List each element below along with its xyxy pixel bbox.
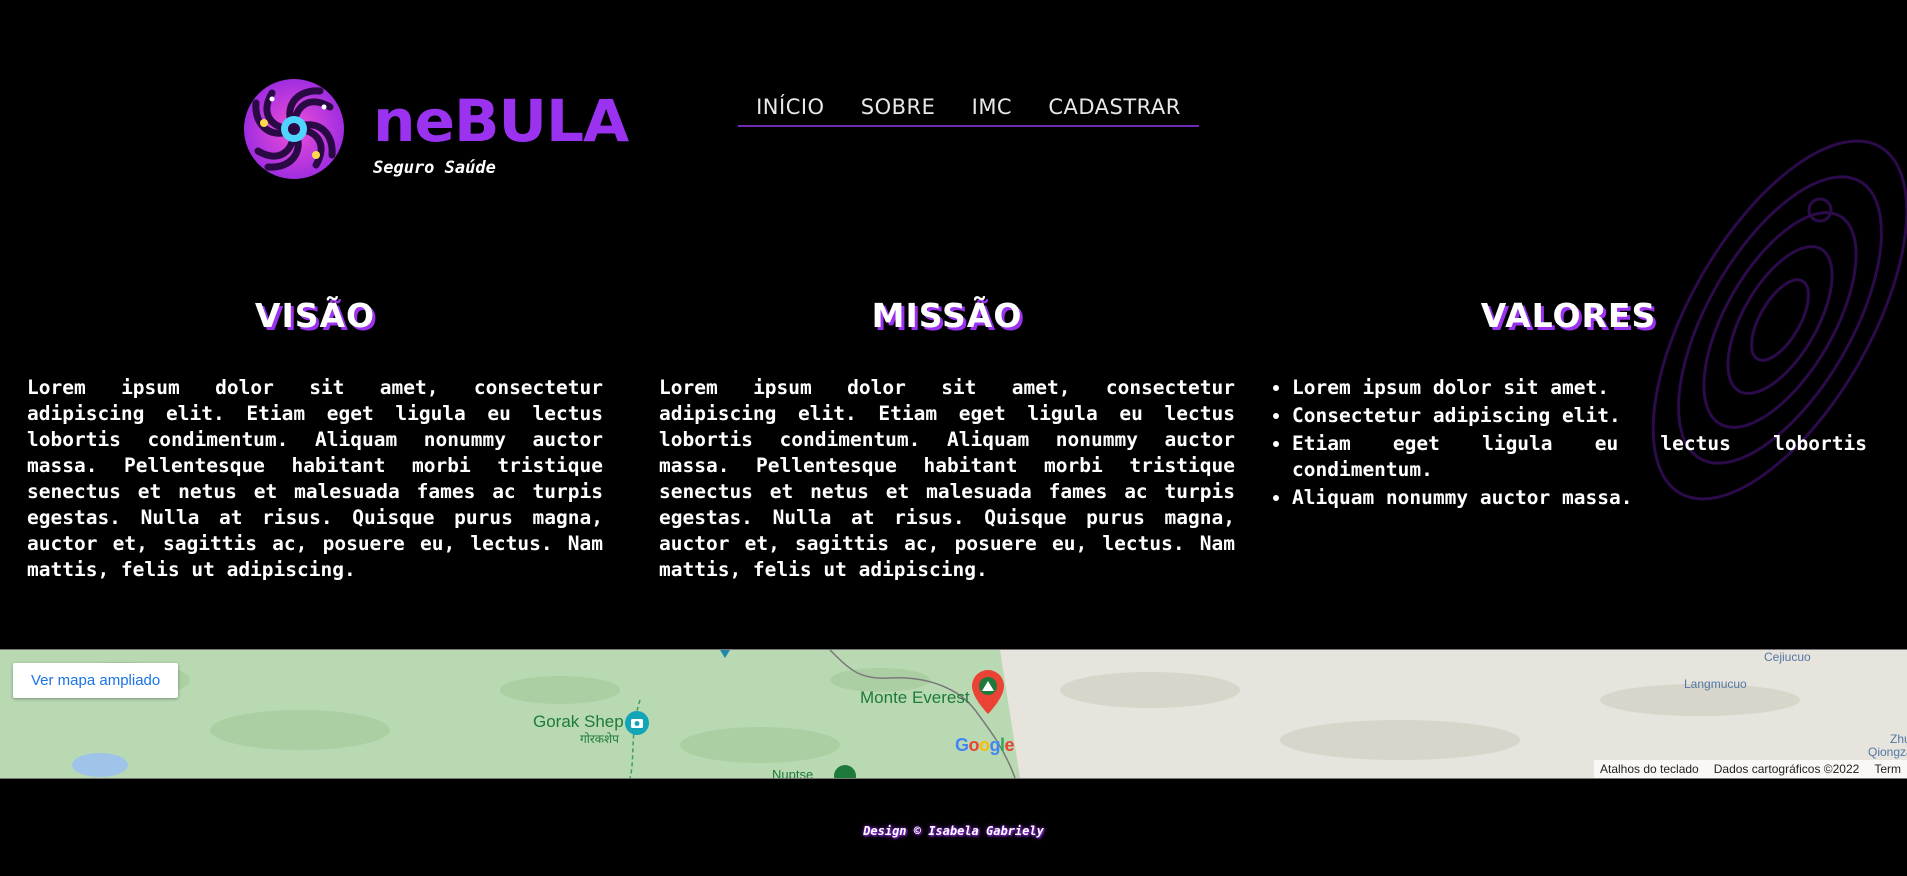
map-label-zhu: Zhu bbox=[1890, 732, 1907, 746]
google-logo-letter: g bbox=[989, 735, 1001, 755]
footer-credit: Design © Isabela Gabriely bbox=[863, 824, 1044, 838]
nav-item-cadastrar[interactable]: CADASTRAR bbox=[1048, 95, 1181, 119]
nebula-logo-icon[interactable] bbox=[242, 77, 346, 181]
list-item: Lorem ipsum dolor sit amet. bbox=[1292, 375, 1867, 401]
nav-item-sobre[interactable]: SOBRE bbox=[861, 95, 936, 119]
section-missao: MISSÃO Lorem ipsum dolor sit amet, conse… bbox=[659, 296, 1235, 583]
section-text-visao: Lorem ipsum dolor sit amet, consectetur … bbox=[27, 376, 603, 581]
map-label-nuptse[interactable]: Nuptse bbox=[772, 767, 813, 778]
google-logo-letter: o bbox=[979, 735, 990, 755]
main-nav: INÍCIO SOBRE IMC CADASTRAR bbox=[738, 95, 1199, 127]
map-label-everest[interactable]: Monte Everest bbox=[860, 688, 970, 708]
map-label-gorak-shep[interactable]: Gorak Shep bbox=[533, 712, 624, 732]
google-logo-letter: e bbox=[1004, 735, 1015, 755]
nav-item-inicio[interactable]: INÍCIO bbox=[756, 95, 824, 119]
section-title-missao: MISSÃO bbox=[871, 296, 1023, 335]
map-terrain[interactable] bbox=[0, 650, 1907, 778]
brand-tagline: Seguro Saúde bbox=[373, 158, 496, 178]
list-item: Aliquam nonummy auctor massa. bbox=[1292, 485, 1867, 511]
section-visao: VISÃO Lorem ipsum dolor sit amet, consec… bbox=[27, 296, 603, 583]
embedded-map[interactable]: Ver mapa ampliado Monte Everest Gorak Sh… bbox=[0, 649, 1907, 779]
google-logo-letter: G bbox=[955, 735, 969, 755]
brand-name[interactable]: neBULA bbox=[373, 92, 629, 150]
section-title-valores: VALORES bbox=[1480, 296, 1657, 335]
view-larger-map-button[interactable]: Ver mapa ampliado bbox=[13, 663, 179, 698]
map-label-cejiucuo: Cejiucuo bbox=[1764, 650, 1811, 664]
list-item: Consectetur adipiscing elit. bbox=[1292, 403, 1867, 429]
google-logo[interactable]: Google bbox=[955, 735, 1015, 756]
section-valores: VALORES Lorem ipsum dolor sit amet. Cons… bbox=[1270, 296, 1867, 513]
values-list: Lorem ipsum dolor sit amet. Consectetur … bbox=[1270, 375, 1867, 511]
nav-item-imc[interactable]: IMC bbox=[972, 95, 1012, 119]
map-footer: Atalhos do teclado Dados cartográficos ©… bbox=[1593, 760, 1907, 778]
brand: neBULA Seguro Saúde bbox=[373, 92, 629, 178]
keyboard-shortcuts-link[interactable]: Atalhos do teclado bbox=[1600, 762, 1699, 776]
terms-link[interactable]: Term bbox=[1874, 762, 1901, 776]
map-label-qiongza: Qiongza bbox=[1868, 745, 1907, 759]
map-label-langmucuo: Langmucuo bbox=[1684, 677, 1747, 691]
section-text-missao: Lorem ipsum dolor sit amet, consectetur … bbox=[659, 376, 1235, 581]
map-data-attribution: Dados cartográficos ©2022 bbox=[1713, 762, 1860, 776]
map-label-gorak-shep-local: गोरकशेप bbox=[580, 732, 619, 746]
google-logo-letter: o bbox=[968, 735, 980, 755]
list-item: Etiam eget ligula eu lectus lobortis con… bbox=[1292, 431, 1867, 483]
section-title-visao: VISÃO bbox=[254, 296, 376, 335]
